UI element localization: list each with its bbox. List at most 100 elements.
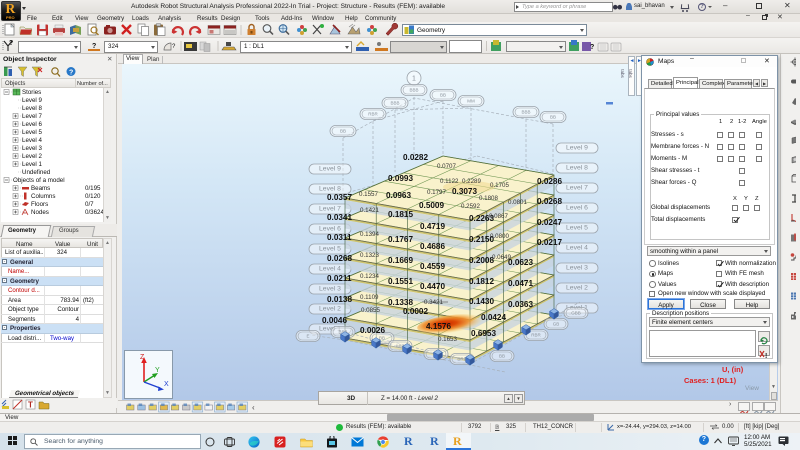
svg-text:0.1234: 0.1234: [360, 273, 379, 280]
svg-text:0.5009: 0.5009: [419, 201, 444, 210]
svg-text:Level 4: Level 4: [22, 137, 43, 144]
svg-text:Level 3: Level 3: [319, 286, 341, 293]
svg-text:BB: BB: [440, 93, 446, 98]
svg-text:!: !: [765, 353, 767, 359]
svg-text:Undefined: Undefined: [22, 169, 51, 176]
svg-text:0.0211: 0.0211: [327, 274, 352, 283]
svg-text:Level 9: Level 9: [566, 145, 588, 152]
svg-text:0/7: 0/7: [85, 201, 94, 208]
svg-text:0.1109: 0.1109: [360, 294, 379, 301]
svg-text:Level 8: Level 8: [566, 165, 588, 172]
svg-text:Level 9: Level 9: [22, 97, 43, 104]
svg-text:0.0311: 0.0311: [327, 233, 352, 242]
svg-text:4.1576: 4.1576: [426, 322, 451, 331]
svg-text:0.1430: 0.1430: [469, 297, 494, 306]
svg-text:E: E: [306, 334, 309, 339]
svg-text:BBB: BBB: [521, 110, 530, 115]
svg-text:0.0993: 0.0993: [388, 174, 413, 183]
svg-text:0.1653: 0.1653: [438, 336, 457, 343]
svg-text:MM: MM: [467, 99, 475, 104]
svg-text:0.0800: 0.0800: [490, 233, 509, 240]
svg-text:Stories: Stories: [22, 89, 41, 96]
svg-text:0.0286: 0.0286: [537, 177, 562, 186]
svg-text:0.0363: 0.0363: [508, 300, 533, 309]
svg-text:0.0649: 0.0649: [492, 254, 511, 261]
svg-text:0.1122: 0.1122: [440, 178, 459, 185]
svg-text:0.4686: 0.4686: [420, 242, 445, 251]
svg-text:Level 2: Level 2: [319, 306, 341, 313]
svg-text:Level 5: Level 5: [566, 225, 588, 232]
svg-text:0.4470: 0.4470: [420, 282, 445, 291]
svg-text:0/3624: 0/3624: [85, 209, 104, 216]
svg-text:0.0247: 0.0247: [537, 218, 562, 227]
svg-text:Level 4: Level 4: [319, 266, 341, 273]
svg-text:Level 4: Level 4: [566, 245, 588, 252]
svg-text:0.1767: 0.1767: [388, 235, 413, 244]
svg-text:0.2008: 0.2008: [469, 256, 494, 265]
svg-text:Level 2: Level 2: [566, 285, 588, 292]
svg-text:0.0268: 0.0268: [327, 254, 352, 263]
svg-text:X: X: [164, 381, 169, 388]
svg-text:0.4719: 0.4719: [420, 222, 445, 231]
svg-text:BB: BB: [340, 129, 346, 134]
svg-text:0.1421: 0.1421: [360, 207, 379, 214]
svg-text:0/195: 0/195: [85, 185, 101, 192]
svg-text:Level 3: Level 3: [22, 145, 43, 152]
svg-text:Level 1: Level 1: [22, 161, 43, 168]
svg-text:Level 7: Level 7: [22, 113, 43, 120]
svg-text:BB: BB: [550, 115, 556, 120]
svg-text:0.3421: 0.3421: [424, 299, 443, 306]
svg-text:?: ?: [172, 44, 176, 50]
svg-text:0.0357: 0.0357: [327, 193, 352, 202]
svg-text:0.0341: 0.0341: [327, 213, 352, 222]
svg-text:0.0026: 0.0026: [360, 326, 385, 335]
svg-text:GB: GB: [553, 322, 560, 327]
svg-text:0.2289: 0.2289: [462, 178, 481, 185]
svg-text:‹: ‹: [252, 403, 255, 412]
svg-text:0.0707: 0.0707: [437, 163, 456, 170]
svg-text:Objects of a model: Objects of a model: [13, 177, 65, 184]
svg-text:Level 5: Level 5: [22, 129, 43, 136]
svg-text:0.0268: 0.0268: [537, 197, 562, 206]
svg-text:Level 3: Level 3: [566, 265, 588, 272]
svg-text:BB: BB: [499, 354, 505, 359]
svg-text:0.1338: 0.1338: [388, 298, 413, 307]
svg-text:T: T: [28, 401, 33, 410]
svg-text:0.0282: 0.0282: [403, 153, 428, 162]
svg-text:Level 8: Level 8: [22, 105, 43, 112]
svg-text:Level 9: Level 9: [319, 166, 341, 173]
svg-text:0.0046: 0.0046: [322, 316, 347, 325]
svg-text:0.1815: 0.1815: [388, 210, 413, 219]
svg-text:BBB: BBB: [409, 88, 418, 93]
svg-text:0.1812: 0.1812: [469, 277, 494, 286]
svg-text:0.0867: 0.0867: [489, 213, 508, 220]
svg-text:RBR: RBR: [368, 112, 378, 117]
svg-text:0.4559: 0.4559: [420, 262, 445, 271]
svg-text:1: 1: [412, 76, 416, 83]
svg-text:0.0801: 0.0801: [508, 199, 527, 206]
svg-text:Z: Z: [140, 354, 145, 361]
svg-text:0.1551: 0.1551: [388, 277, 413, 286]
svg-text:?: ?: [590, 44, 594, 51]
svg-text:Level 6: Level 6: [22, 121, 43, 128]
svg-text:?: ?: [92, 43, 96, 50]
svg-text:Nodes: Nodes: [31, 209, 49, 216]
svg-text:Level 8: Level 8: [319, 186, 341, 193]
svg-text:0.1394: 0.1394: [360, 231, 379, 238]
svg-text:Floors: Floors: [31, 201, 48, 208]
svg-text:0.0471: 0.0471: [508, 279, 533, 288]
svg-text:0.0217: 0.0217: [537, 238, 562, 247]
svg-text:BBB: BBB: [390, 101, 399, 106]
svg-text:Level 7: Level 7: [566, 185, 588, 192]
svg-text:?: ?: [9, 40, 13, 47]
svg-text:0.0424: 0.0424: [481, 313, 506, 322]
svg-text:0.1705: 0.1705: [490, 182, 509, 189]
svg-text:BRB: BRB: [457, 357, 466, 362]
svg-text:Level 6: Level 6: [566, 205, 588, 212]
svg-text:0.1323: 0.1323: [360, 252, 379, 259]
svg-text:0.6953: 0.6953: [471, 329, 496, 338]
svg-text:0/120: 0/120: [85, 193, 101, 200]
svg-text:0.1797: 0.1797: [427, 189, 446, 196]
svg-text:0.2592: 0.2592: [461, 203, 480, 210]
svg-text:Level 6: Level 6: [319, 226, 341, 233]
